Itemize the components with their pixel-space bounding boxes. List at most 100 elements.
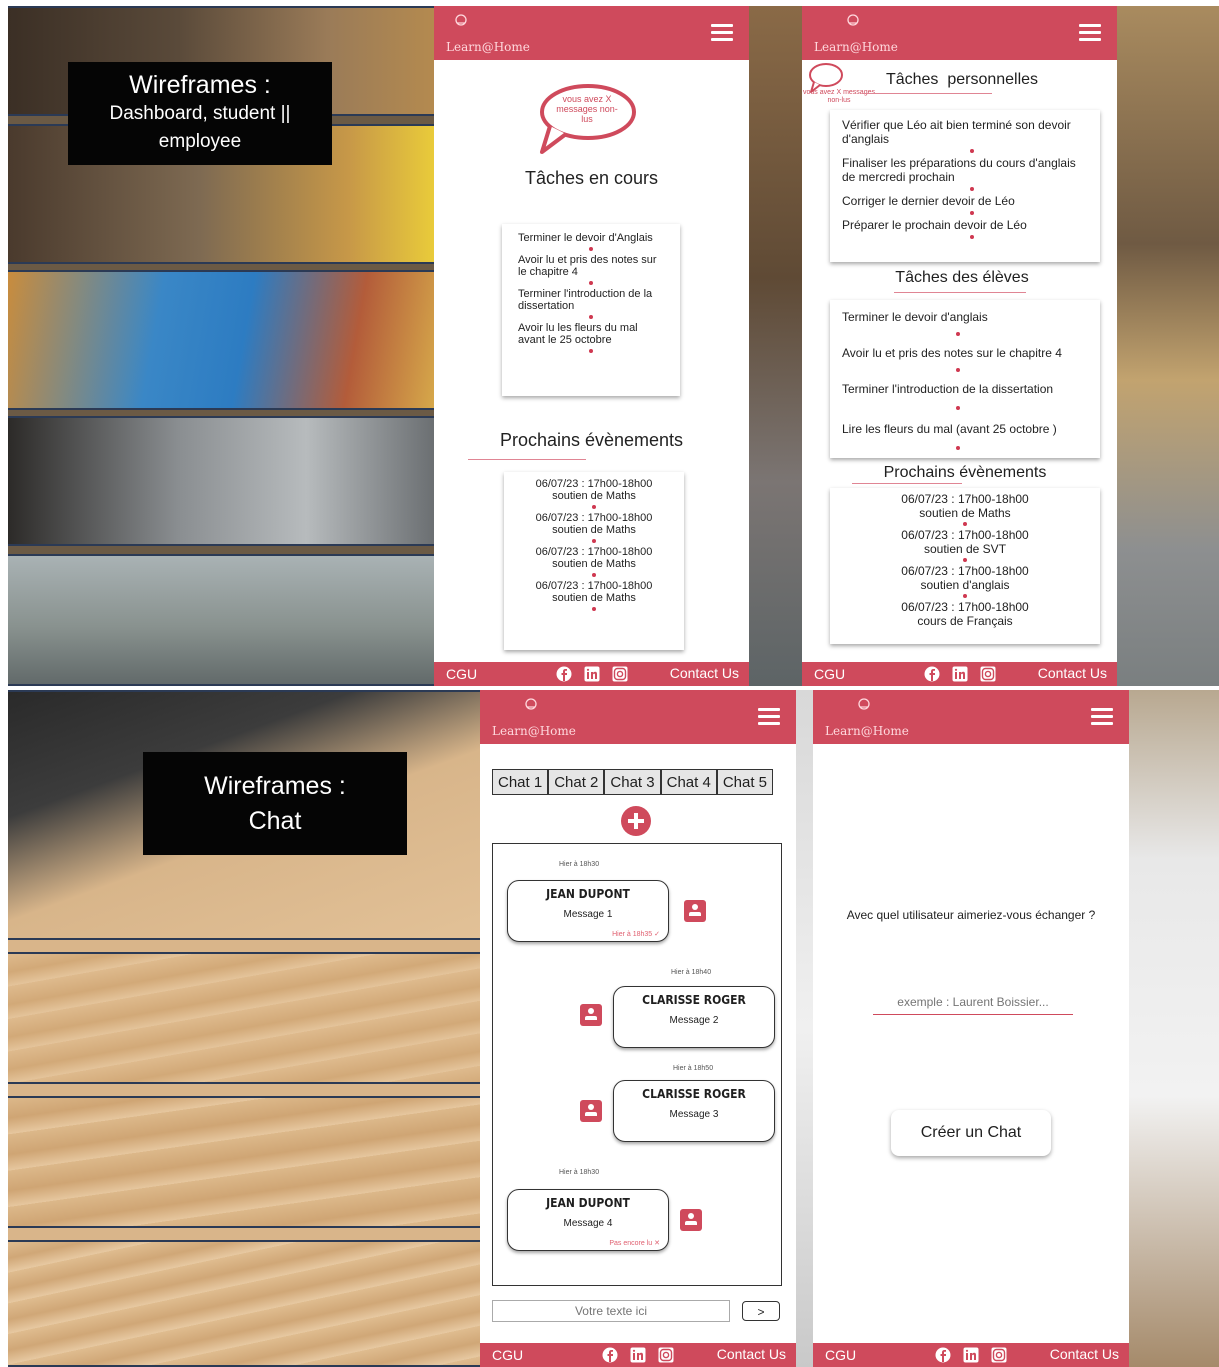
message-text: Message 3: [669, 1109, 719, 1120]
contact-us-link[interactable]: Contact Us: [670, 665, 739, 681]
chat-label: Wireframes : Chat: [143, 752, 407, 855]
message-text: Message 1: [563, 909, 613, 920]
separator-dot: [592, 573, 596, 577]
separator-dot: [589, 247, 593, 251]
event-label: soutien de Maths: [552, 524, 636, 536]
student-task-item[interactable]: Avoir lu et pris des notes sur le chapit…: [842, 346, 1088, 360]
event-label: soutien de Maths: [552, 592, 636, 604]
send-button[interactable]: >: [742, 1301, 780, 1321]
read-status: Hier à 18h35 ✓: [612, 931, 660, 938]
message-bubble[interactable]: JEAN DUPONT Message 1 Hier à 18h35 ✓: [507, 880, 669, 942]
chat-tab-1[interactable]: Chat 1: [492, 769, 549, 795]
unread-messages-text: vous avez X messages non-lus: [556, 94, 618, 124]
menu-icon[interactable]: [1079, 24, 1101, 41]
contact-us-link[interactable]: Contact Us: [1050, 1346, 1119, 1362]
student-tasks-underline: [894, 292, 1026, 293]
task-item[interactable]: Avoir lu les fleurs du mal avant le 25 o…: [518, 322, 664, 346]
sender-name: CLARISSE ROGER: [642, 993, 746, 1007]
instagram-icon[interactable]: [990, 1346, 1008, 1364]
linkedin-icon[interactable]: [962, 1346, 980, 1364]
create-chat-button[interactable]: Créer un Chat: [891, 1110, 1051, 1156]
message-timestamp: Hier à 18h30: [559, 861, 600, 868]
separator-dot: [970, 211, 974, 215]
events-card: 06/07/23 : 17h00-18h00 soutien de Maths …: [504, 472, 684, 650]
separator-dot: [970, 149, 974, 153]
separator-dot: [589, 281, 593, 285]
event-label: soutien de SVT: [923, 542, 1007, 556]
personal-task-item[interactable]: Préparer le prochain devoir de Léo: [842, 218, 1088, 232]
event-date: 06/07/23 : 17h00-18h00: [901, 564, 1029, 578]
personal-task-item[interactable]: Finaliser les préparations du cours d'an…: [842, 156, 1088, 184]
personal-task-item[interactable]: Corriger le dernier devoir de Léo: [842, 194, 1088, 208]
message-bubble[interactable]: JEAN DUPONT Message 4 Pas encore lu ✕: [507, 1189, 669, 1251]
app-header: Learn@Home: [434, 6, 749, 60]
user-search-input[interactable]: [873, 990, 1073, 1015]
add-chat-icon[interactable]: [620, 805, 652, 837]
student-tasks-title: Tâches des élèves: [895, 269, 1029, 286]
menu-icon[interactable]: [758, 708, 780, 725]
user-avatar-icon[interactable]: [684, 900, 706, 922]
background-photo-brushes-right: [1117, 6, 1219, 686]
user-question: Avec quel utilisateur aimeriez-vous écha…: [846, 908, 1096, 922]
events-card: 06/07/23 : 17h00-18h00 soutien de Maths …: [830, 488, 1100, 644]
facebook-icon[interactable]: [934, 1346, 952, 1364]
student-task-item[interactable]: Terminer le devoir d'anglais: [842, 310, 1088, 324]
graduation-icon: [847, 14, 859, 26]
linkedin-icon[interactable]: [629, 1346, 647, 1364]
instagram-icon[interactable]: [979, 665, 997, 683]
chat-tab-3[interactable]: Chat 3: [604, 769, 661, 795]
chat-tab-5[interactable]: Chat 5: [716, 769, 774, 795]
cgu-link[interactable]: CGU: [825, 1347, 856, 1363]
facebook-icon[interactable]: [555, 665, 573, 683]
read-status: Pas encore lu ✕: [609, 1240, 660, 1247]
tasks-card: Terminer le devoir d'Anglais Avoir lu et…: [502, 224, 680, 396]
cgu-link[interactable]: CGU: [446, 666, 477, 682]
menu-icon[interactable]: [1091, 708, 1113, 725]
cgu-link[interactable]: CGU: [492, 1347, 523, 1363]
event-date: 06/07/23 : 17h00-18h00: [535, 478, 653, 490]
event-date: 06/07/23 : 17h00-18h00: [535, 546, 653, 558]
separator-dot: [963, 522, 967, 526]
chat-tab-4[interactable]: Chat 4: [660, 769, 717, 795]
student-task-item[interactable]: Terminer l'introduction de la dissertati…: [842, 382, 1088, 396]
background-photo-notebook-right: [1129, 690, 1219, 1367]
student-dashboard-screen: Learn@Home vous avez X messages non-lus …: [434, 6, 749, 686]
chat-tab-2[interactable]: Chat 2: [548, 769, 605, 795]
app-footer: CGU Contact Us: [480, 1343, 796, 1367]
message-input[interactable]: [492, 1300, 730, 1322]
facebook-icon[interactable]: [923, 665, 941, 683]
messages-panel[interactable]: Hier à 18h30 JEAN DUPONT Message 1 Hier …: [492, 843, 782, 1286]
task-item[interactable]: Avoir lu et pris des notes sur le chapit…: [518, 254, 664, 278]
instagram-icon[interactable]: [611, 665, 629, 683]
separator-dot: [963, 594, 967, 598]
user-avatar-icon[interactable]: [580, 1004, 602, 1026]
chat-tabs: Chat 1 Chat 2 Chat 3 Chat 4 Chat 5: [492, 769, 774, 795]
facebook-icon[interactable]: [601, 1346, 619, 1364]
contact-us-link[interactable]: Contact Us: [717, 1346, 786, 1362]
linkedin-icon[interactable]: [951, 665, 969, 683]
personal-task-item[interactable]: Vérifier que Léo ait bien terminé son de…: [842, 118, 1088, 146]
event-date: 06/07/23 : 17h00-18h00: [535, 512, 653, 524]
app-logo[interactable]: Learn@Home: [446, 40, 530, 54]
app-logo[interactable]: Learn@Home: [814, 40, 898, 54]
contact-us-link[interactable]: Contact Us: [1038, 665, 1107, 681]
event-label: soutien de Maths: [552, 490, 636, 502]
graduation-icon: [455, 14, 467, 26]
task-item[interactable]: Terminer l'introduction de la dissertati…: [518, 288, 664, 312]
separator-dot: [956, 332, 960, 336]
app-logo[interactable]: Learn@Home: [825, 724, 909, 738]
user-avatar-icon[interactable]: [580, 1100, 602, 1122]
student-task-item[interactable]: Lire les fleurs du mal (avant 25 octobre…: [842, 422, 1088, 436]
user-avatar-icon[interactable]: [680, 1209, 702, 1231]
linkedin-icon[interactable]: [583, 665, 601, 683]
app-logo[interactable]: Learn@Home: [492, 724, 576, 738]
event-date: 06/07/23 : 17h00-18h00: [901, 600, 1029, 614]
separator-dot: [956, 368, 960, 372]
message-bubble[interactable]: CLARISSE ROGER Message 3: [613, 1080, 775, 1142]
menu-icon[interactable]: [711, 24, 733, 41]
instagram-icon[interactable]: [657, 1346, 675, 1364]
message-bubble[interactable]: CLARISSE ROGER Message 2: [613, 986, 775, 1048]
task-item[interactable]: Terminer le devoir d'Anglais: [518, 232, 664, 244]
event-label: soutien de Maths: [919, 506, 1011, 520]
cgu-link[interactable]: CGU: [814, 666, 845, 682]
